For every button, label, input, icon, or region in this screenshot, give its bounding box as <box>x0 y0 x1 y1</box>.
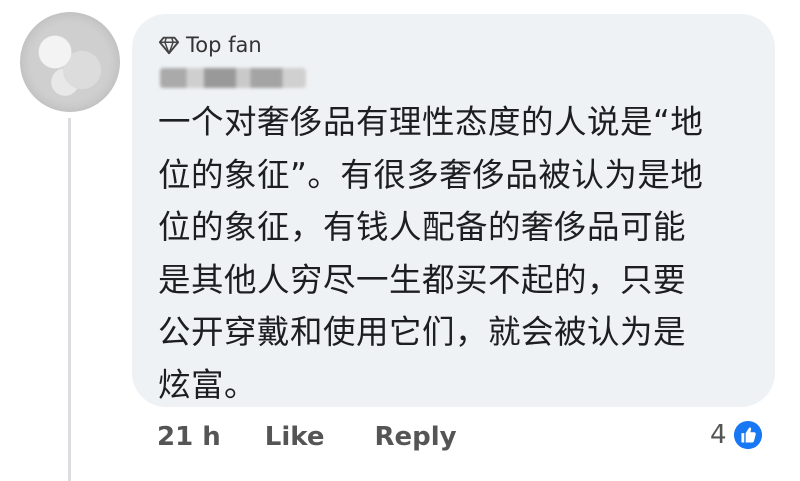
thread-line <box>68 118 71 481</box>
comment-text: 一个对奢侈品有理性态度的人说是“地 位的象征”。有很多奢侈品被认为是地 位的象征… <box>158 103 704 404</box>
diamond-icon <box>158 36 180 55</box>
reaction-summary[interactable]: 4 <box>710 420 763 450</box>
like-icon <box>733 420 762 450</box>
reaction-count: 4 <box>710 420 727 450</box>
comment-actions: 21 h Like Reply <box>157 422 507 452</box>
avatar[interactable] <box>20 12 120 112</box>
top-fan-badge: Top fan <box>158 33 262 57</box>
reply-button[interactable]: Reply <box>374 422 456 452</box>
timestamp[interactable]: 21 h <box>157 422 221 452</box>
badge-label: Top fan <box>186 33 262 57</box>
like-button[interactable]: Like <box>265 422 325 452</box>
author-name-redacted[interactable] <box>160 68 306 88</box>
